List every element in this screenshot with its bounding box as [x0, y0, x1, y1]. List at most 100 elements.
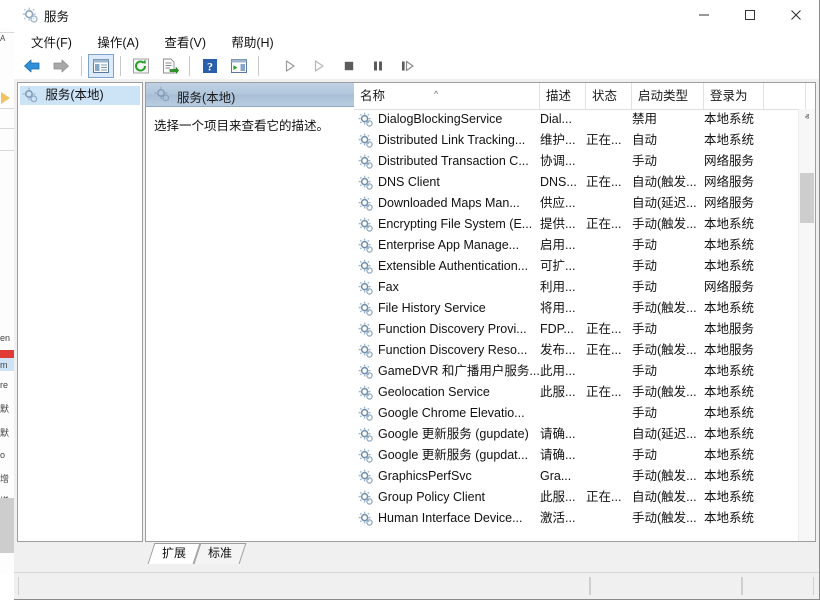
table-row[interactable]: GameDVR 和广播用户服务... 此用... 手动 本地系统 — [354, 361, 799, 382]
table-row[interactable]: Extensible Authentication... 可扩... 手动 本地系统 — [354, 256, 799, 277]
table-row[interactable]: GraphicsPerfSvc Gra... 手动(触发... 本地系统 — [354, 466, 799, 487]
table-row[interactable]: Google 更新服务 (gupdat... 请确... 手动 本地系统 — [354, 445, 799, 466]
cell-service-startup-type: 自动(触发... — [632, 487, 704, 508]
table-row[interactable]: Fax 利用... 手动 网络服务 — [354, 277, 799, 298]
cell-service-status — [586, 109, 632, 130]
export-list-icon[interactable] — [157, 54, 183, 78]
maximize-button[interactable] — [727, 0, 773, 29]
cell-service-description: 协调... — [540, 151, 586, 172]
background-window-sliver[interactable]: A en m re 默 默 o 增 增 文 — [0, 28, 15, 573]
start-service-icon — [277, 54, 303, 78]
cell-service-description: 将用... — [540, 298, 586, 319]
table-row[interactable]: Group Policy Client 此服... 正在... 自动(触发... 本地系… — [354, 487, 799, 508]
cell-service-description: 激活... — [540, 508, 586, 529]
cell-service-startup-type: 手动(触发... — [632, 466, 704, 487]
cell-service-log-on-as: 本地系统 — [704, 508, 764, 529]
sidebar-item-label: 服务(本地) — [45, 86, 103, 105]
cell-service-name: GameDVR 和广播用户服务... — [354, 361, 564, 382]
cell-service-status — [586, 151, 632, 172]
cell-service-description: 启用... — [540, 235, 586, 256]
cell-service-startup-type: 手动 — [632, 235, 704, 256]
scrollbar-thumb[interactable] — [800, 173, 814, 223]
cell-service-description: 提供... — [540, 214, 586, 235]
table-row[interactable]: Google 更新服务 (gupdate) 请确... 自动(延迟... 本地系统 — [354, 424, 799, 445]
background-scrollbar[interactable] — [0, 498, 14, 553]
cell-service-name: Downloaded Maps Man... — [354, 193, 564, 214]
help-icon[interactable]: ? — [197, 54, 223, 78]
table-row[interactable]: Function Discovery Provi... FDP... 正在... 手动… — [354, 319, 799, 340]
status-pane-1 — [18, 577, 590, 595]
back-arrow-icon[interactable] — [19, 54, 45, 78]
table-row[interactable]: Downloaded Maps Man... 供应... 自动(延迟... 网络服务 — [354, 193, 799, 214]
column-header-log-on-as[interactable]: 登录为 — [704, 83, 764, 109]
title-bar[interactable]: 服务 — [14, 0, 819, 29]
cell-service-description — [540, 403, 586, 424]
scroll-up-icon[interactable]: ⱏ — [799, 109, 815, 126]
toolbar-separator-2 — [120, 56, 121, 76]
scroll-down-icon[interactable]: ⱟ — [799, 524, 815, 541]
cell-service-name: Fax — [354, 277, 564, 298]
cell-service-description: Gra... — [540, 466, 586, 487]
table-row[interactable]: Function Discovery Reso... 发布... 正在... 手动(触… — [354, 340, 799, 361]
table-row[interactable]: DNS Client DNS... 正在... 自动(触发... 网络服务 — [354, 172, 799, 193]
cell-service-log-on-as: 本地系统 — [704, 445, 764, 466]
table-row[interactable]: Enterprise App Manage... 启用... 手动 本地系统 — [354, 235, 799, 256]
refresh-icon[interactable] — [128, 54, 154, 78]
menu-help[interactable]: 帮助(H) — [220, 29, 284, 54]
cell-service-log-on-as: 本地系统 — [704, 424, 764, 445]
minimize-button[interactable] — [681, 0, 727, 29]
status-pane-3 — [742, 577, 814, 595]
table-row[interactable]: Geolocation Service 此服... 正在... 手动(触发... 本地系… — [354, 382, 799, 403]
table-row[interactable]: DialogBlockingService Dial... 禁用 本地系统 — [354, 109, 799, 130]
show-action-pane-icon[interactable] — [226, 54, 252, 78]
description-placeholder: 选择一个项目来查看它的描述。 — [154, 118, 349, 134]
column-header-spare[interactable] — [764, 83, 806, 109]
tab-extended[interactable]: 扩展 — [148, 543, 201, 564]
cell-service-log-on-as: 本地系统 — [704, 298, 764, 319]
column-header-name[interactable]: 名称 ^ — [354, 83, 540, 109]
status-bar — [14, 572, 819, 599]
services-gear-icon — [154, 86, 170, 102]
cell-service-description: 利用... — [540, 277, 586, 298]
cell-service-name: DNS Client — [354, 172, 564, 193]
table-row[interactable]: Google Chrome Elevatio... 手动 本地系统 — [354, 403, 799, 424]
column-header-description[interactable]: 描述 — [540, 83, 586, 109]
cell-service-startup-type: 手动 — [632, 151, 704, 172]
cell-service-log-on-as: 网络服务 — [704, 193, 764, 214]
cell-service-name: Google 更新服务 (gupdate) — [354, 424, 564, 445]
table-row[interactable]: Distributed Link Tracking... 维护... 正在... 自动… — [354, 130, 799, 151]
table-row[interactable]: Encrypting File System (E... 提供... 正在... 手动… — [354, 214, 799, 235]
table-row[interactable]: File History Service 将用... 手动(触发... 本地系统 — [354, 298, 799, 319]
cell-service-startup-type: 禁用 — [632, 109, 704, 130]
cell-service-status: 正在... — [586, 214, 632, 235]
cell-service-startup-type: 手动(触发... — [632, 382, 704, 403]
cell-service-startup-type: 自动(触发... — [632, 172, 704, 193]
column-header-status[interactable]: 状态 — [586, 83, 632, 109]
cell-service-startup-type: 手动 — [632, 361, 704, 382]
pause-service-icon — [365, 54, 391, 78]
cell-service-status: 正在... — [586, 319, 632, 340]
cell-service-log-on-as: 本地系统 — [704, 214, 764, 235]
table-row[interactable]: Distributed Transaction C... 协调... 手动 网络服务 — [354, 151, 799, 172]
menu-view[interactable]: 查看(V) — [153, 29, 217, 54]
cell-service-description: DNS... — [540, 172, 586, 193]
cell-service-status — [586, 508, 632, 529]
content-header-label: 服务(本地) — [177, 87, 235, 106]
close-button[interactable] — [773, 0, 819, 29]
table-row[interactable]: Human Interface Device... 激活... 手动(触发... 本地… — [354, 508, 799, 529]
cell-service-startup-type: 手动 — [632, 256, 704, 277]
cell-service-startup-type: 自动(延迟... — [632, 424, 704, 445]
column-header-startup-type[interactable]: 启动类型 — [632, 83, 704, 109]
cell-service-name: DialogBlockingService — [354, 109, 564, 130]
cell-service-status — [586, 235, 632, 256]
menu-file[interactable]: 文件(F) — [20, 29, 83, 54]
cell-service-log-on-as: 本地系统 — [704, 487, 764, 508]
cell-service-startup-type: 手动 — [632, 403, 704, 424]
cell-service-status — [586, 361, 632, 382]
tab-standard[interactable]: 标准 — [194, 543, 247, 564]
menu-action[interactable]: 操作(A) — [86, 29, 150, 54]
list-vertical-scrollbar[interactable]: ⱏ ⱟ — [798, 109, 815, 541]
window-title: 服务 — [44, 6, 69, 25]
show-console-tree-icon[interactable] — [88, 54, 114, 78]
sidebar-item-services-local[interactable]: 服务(本地) — [20, 86, 140, 105]
